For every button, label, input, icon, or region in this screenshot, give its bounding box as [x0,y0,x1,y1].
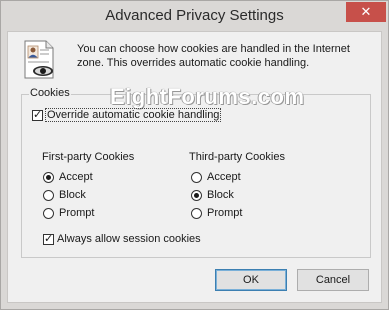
third-party-block-radio[interactable]: Block [191,189,234,201]
cookies-group-legend: Cookies [29,87,71,99]
first-party-title: First-party Cookies [42,151,135,163]
override-label: Override automatic cookie handling [44,108,222,122]
radio-button[interactable] [43,207,54,219]
intro-text: You can choose how cookies are handled i… [77,43,350,69]
first-party-prompt-radio[interactable]: Prompt [43,207,94,219]
watermark: EightForums.com [110,84,305,109]
radio-label: Block [207,189,234,201]
radio-button[interactable] [191,171,202,183]
radio-label: Prompt [207,207,243,219]
close-button[interactable]: ✕ [346,2,386,22]
checkmark-icon: ✓ [33,108,43,121]
override-checkbox-row[interactable]: ✓ Override automatic cookie handling [32,108,222,122]
radio-button[interactable] [191,189,202,201]
radio-label: Prompt [59,207,95,219]
radio-label: Block [59,189,86,201]
radio-label: Accept [207,171,241,183]
third-party-prompt-radio[interactable]: Prompt [191,207,242,219]
first-party-accept-radio[interactable]: Accept [43,171,93,183]
third-party-accept-radio[interactable]: Accept [191,171,241,183]
dialog-body: You can choose how cookies are handled i… [7,31,382,303]
radio-button[interactable] [191,207,202,219]
close-icon: ✕ [360,4,372,19]
radio-label: Accept [59,171,93,183]
radio-selected-dot [194,192,199,198]
document-eye-icon [24,40,54,79]
radio-button[interactable] [43,189,54,201]
override-checkbox[interactable]: ✓ [32,108,43,121]
title-bar[interactable]: Advanced Privacy Settings ✕ [1,1,388,31]
session-cookies-label: Always allow session cookies [57,233,201,245]
ok-button[interactable]: OK [215,269,287,291]
session-cookies-checkbox[interactable]: ✓ [43,232,54,245]
third-party-title: Third-party Cookies [189,151,285,163]
advanced-privacy-dialog: Advanced Privacy Settings ✕ You can choo… [0,0,389,310]
radio-button[interactable] [43,171,54,183]
first-party-block-radio[interactable]: Block [43,189,86,201]
cancel-button[interactable]: Cancel [297,269,369,291]
session-cookies-checkbox-row[interactable]: ✓ Always allow session cookies [43,233,201,245]
checkmark-icon: ✓ [44,232,54,245]
dialog-title: Advanced Privacy Settings [105,7,284,24]
radio-selected-dot [46,174,51,180]
